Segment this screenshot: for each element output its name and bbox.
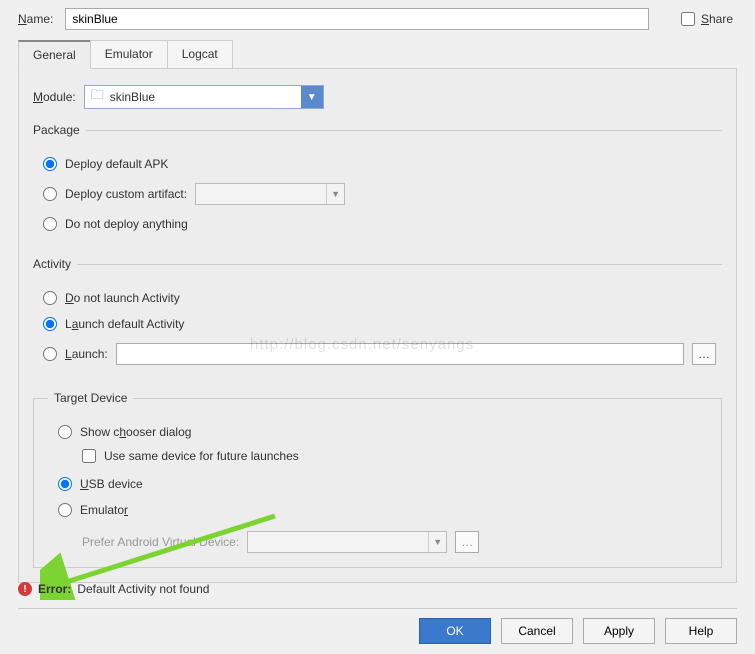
separator	[18, 608, 737, 609]
cancel-button[interactable]: Cancel	[501, 618, 573, 644]
activity-legend: Activity	[33, 257, 77, 271]
radio-activity-default[interactable]: Launch default ActivityLaunch default Ac…	[33, 311, 722, 337]
name-label: NName:ame:	[18, 12, 53, 26]
custom-artifact-combo[interactable]: ▼	[195, 183, 345, 205]
share-checkbox[interactable]	[681, 12, 695, 26]
package-legend: Package	[33, 123, 86, 137]
tab-emulator[interactable]: Emulator	[90, 40, 168, 68]
error-label: Error:	[38, 582, 71, 596]
footer-buttons: OK Cancel Apply Help	[419, 618, 737, 644]
share-checkbox-wrap[interactable]: ShareShare	[681, 12, 733, 26]
radio-activity-launch[interactable]: Launch:Launch: …	[33, 337, 722, 371]
radio-deploy-default[interactable]: Deploy default APK	[33, 151, 722, 177]
module-label: Module:Module:	[33, 90, 76, 104]
radio-chooser[interactable]: Show chooser dialogShow chooser dialog	[48, 419, 707, 445]
chevron-down-icon: ▼	[326, 184, 344, 204]
launch-activity-input[interactable]	[116, 343, 684, 365]
target-legend: Target Device	[48, 391, 133, 405]
target-device-group: Target Device Show chooser dialogShow ch…	[33, 391, 722, 568]
tab-logcat[interactable]: Logcat	[167, 40, 233, 68]
error-bar: ! Error: Default Activity not found	[18, 582, 737, 596]
chevron-down-icon: ▼	[428, 532, 446, 552]
browse-activity-button[interactable]: …	[692, 343, 716, 365]
module-select[interactable]: 🗀 skinBlue ▼	[84, 85, 324, 109]
radio-deploy-none[interactable]: Do not deploy anything	[33, 211, 722, 237]
radio-emulator[interactable]: EmulatorEmulator	[48, 497, 707, 523]
prefer-avd-browse-button[interactable]: …	[455, 531, 479, 553]
prefer-avd-label: Prefer Android Virtual Device:	[82, 535, 239, 549]
radio-usb[interactable]: USB deviceUSB device	[48, 471, 707, 497]
general-panel: Module:Module: 🗀 skinBlue ▼ Package Depl…	[18, 69, 737, 583]
radio-deploy-custom[interactable]: Deploy custom artifact: ▼	[33, 177, 722, 211]
module-value: skinBlue	[110, 90, 155, 104]
ok-button[interactable]: OK	[419, 618, 491, 644]
module-folder-icon: 🗀	[91, 86, 104, 108]
activity-group: Activity Do not launch ActivityDo not la…	[33, 257, 722, 377]
help-button[interactable]: Help	[665, 618, 737, 644]
error-icon: !	[18, 582, 32, 596]
error-message: Default Activity not found	[77, 582, 209, 596]
name-input[interactable]	[65, 8, 649, 30]
tab-general[interactable]: General	[18, 40, 91, 69]
share-label: ShareShare	[701, 12, 733, 26]
apply-button[interactable]: Apply	[583, 618, 655, 644]
prefer-avd-combo: ▼	[247, 531, 447, 553]
tabs: General Emulator Logcat	[18, 40, 737, 69]
package-group: Package Deploy default APK Deploy custom…	[33, 123, 722, 243]
chevron-down-icon[interactable]: ▼	[301, 86, 323, 108]
check-same-device[interactable]: Use same device for future launches	[48, 445, 707, 471]
radio-activity-none[interactable]: Do not launch ActivityDo not launch Acti…	[33, 285, 722, 311]
